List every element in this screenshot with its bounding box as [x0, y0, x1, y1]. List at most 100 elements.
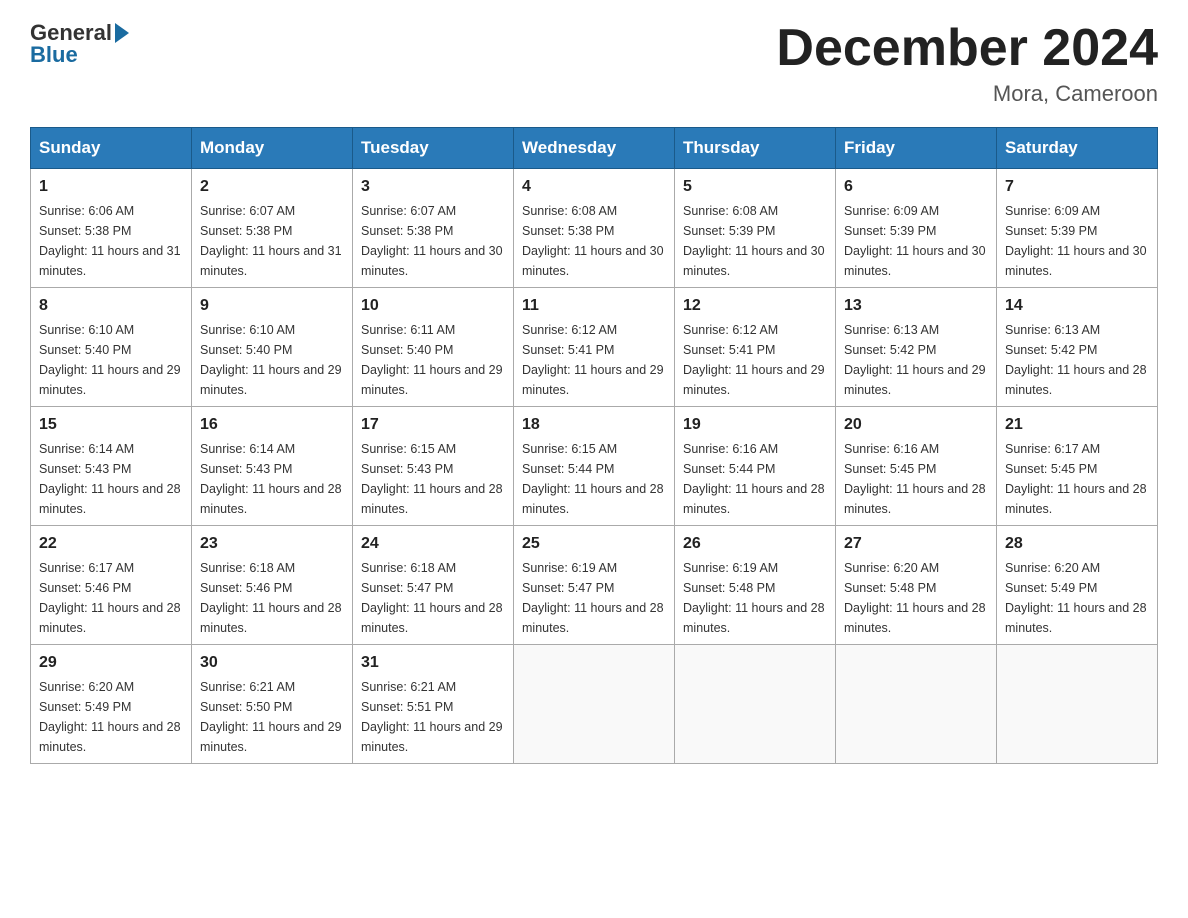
- calendar-cell: [514, 645, 675, 764]
- calendar-cell: 29 Sunrise: 6:20 AMSunset: 5:49 PMDaylig…: [31, 645, 192, 764]
- day-number: 9: [200, 294, 344, 318]
- day-info: Sunrise: 6:19 AMSunset: 5:47 PMDaylight:…: [522, 558, 666, 638]
- day-info: Sunrise: 6:14 AMSunset: 5:43 PMDaylight:…: [200, 439, 344, 519]
- day-number: 5: [683, 175, 827, 199]
- day-info: Sunrise: 6:08 AMSunset: 5:39 PMDaylight:…: [683, 201, 827, 281]
- day-number: 29: [39, 651, 183, 675]
- calendar-cell: 27 Sunrise: 6:20 AMSunset: 5:48 PMDaylig…: [836, 526, 997, 645]
- calendar-week-1: 1 Sunrise: 6:06 AMSunset: 5:38 PMDayligh…: [31, 169, 1158, 288]
- calendar-cell: 5 Sunrise: 6:08 AMSunset: 5:39 PMDayligh…: [675, 169, 836, 288]
- day-number: 16: [200, 413, 344, 437]
- calendar-cell: 30 Sunrise: 6:21 AMSunset: 5:50 PMDaylig…: [192, 645, 353, 764]
- calendar-week-3: 15 Sunrise: 6:14 AMSunset: 5:43 PMDaylig…: [31, 407, 1158, 526]
- day-info: Sunrise: 6:20 AMSunset: 5:49 PMDaylight:…: [1005, 558, 1149, 638]
- day-number: 28: [1005, 532, 1149, 556]
- day-number: 3: [361, 175, 505, 199]
- day-number: 27: [844, 532, 988, 556]
- calendar-cell: 26 Sunrise: 6:19 AMSunset: 5:48 PMDaylig…: [675, 526, 836, 645]
- day-info: Sunrise: 6:18 AMSunset: 5:47 PMDaylight:…: [361, 558, 505, 638]
- day-info: Sunrise: 6:14 AMSunset: 5:43 PMDaylight:…: [39, 439, 183, 519]
- day-number: 13: [844, 294, 988, 318]
- calendar-header-tuesday: Tuesday: [353, 128, 514, 169]
- day-number: 30: [200, 651, 344, 675]
- calendar-cell: 25 Sunrise: 6:19 AMSunset: 5:47 PMDaylig…: [514, 526, 675, 645]
- day-number: 10: [361, 294, 505, 318]
- day-info: Sunrise: 6:18 AMSunset: 5:46 PMDaylight:…: [200, 558, 344, 638]
- day-info: Sunrise: 6:08 AMSunset: 5:38 PMDaylight:…: [522, 201, 666, 281]
- day-number: 14: [1005, 294, 1149, 318]
- calendar-cell: 16 Sunrise: 6:14 AMSunset: 5:43 PMDaylig…: [192, 407, 353, 526]
- calendar-week-5: 29 Sunrise: 6:20 AMSunset: 5:49 PMDaylig…: [31, 645, 1158, 764]
- day-info: Sunrise: 6:20 AMSunset: 5:48 PMDaylight:…: [844, 558, 988, 638]
- logo: General Blue: [30, 20, 129, 68]
- calendar-cell: 6 Sunrise: 6:09 AMSunset: 5:39 PMDayligh…: [836, 169, 997, 288]
- calendar-cell: 11 Sunrise: 6:12 AMSunset: 5:41 PMDaylig…: [514, 288, 675, 407]
- day-info: Sunrise: 6:17 AMSunset: 5:45 PMDaylight:…: [1005, 439, 1149, 519]
- day-info: Sunrise: 6:12 AMSunset: 5:41 PMDaylight:…: [522, 320, 666, 400]
- day-number: 6: [844, 175, 988, 199]
- calendar-cell: 12 Sunrise: 6:12 AMSunset: 5:41 PMDaylig…: [675, 288, 836, 407]
- calendar-week-4: 22 Sunrise: 6:17 AMSunset: 5:46 PMDaylig…: [31, 526, 1158, 645]
- day-number: 8: [39, 294, 183, 318]
- day-number: 25: [522, 532, 666, 556]
- calendar-header-wednesday: Wednesday: [514, 128, 675, 169]
- calendar-cell: 22 Sunrise: 6:17 AMSunset: 5:46 PMDaylig…: [31, 526, 192, 645]
- calendar-cell: 9 Sunrise: 6:10 AMSunset: 5:40 PMDayligh…: [192, 288, 353, 407]
- day-info: Sunrise: 6:10 AMSunset: 5:40 PMDaylight:…: [39, 320, 183, 400]
- day-number: 22: [39, 532, 183, 556]
- calendar-cell: 19 Sunrise: 6:16 AMSunset: 5:44 PMDaylig…: [675, 407, 836, 526]
- day-info: Sunrise: 6:15 AMSunset: 5:44 PMDaylight:…: [522, 439, 666, 519]
- day-number: 26: [683, 532, 827, 556]
- calendar-cell: 1 Sunrise: 6:06 AMSunset: 5:38 PMDayligh…: [31, 169, 192, 288]
- calendar-cell: 23 Sunrise: 6:18 AMSunset: 5:46 PMDaylig…: [192, 526, 353, 645]
- day-number: 2: [200, 175, 344, 199]
- day-info: Sunrise: 6:09 AMSunset: 5:39 PMDaylight:…: [1005, 201, 1149, 281]
- calendar-week-2: 8 Sunrise: 6:10 AMSunset: 5:40 PMDayligh…: [31, 288, 1158, 407]
- day-number: 7: [1005, 175, 1149, 199]
- day-info: Sunrise: 6:16 AMSunset: 5:45 PMDaylight:…: [844, 439, 988, 519]
- month-title: December 2024: [776, 20, 1158, 77]
- page-header: General Blue December 2024 Mora, Cameroo…: [30, 20, 1158, 107]
- calendar-cell: 17 Sunrise: 6:15 AMSunset: 5:43 PMDaylig…: [353, 407, 514, 526]
- day-info: Sunrise: 6:20 AMSunset: 5:49 PMDaylight:…: [39, 677, 183, 757]
- logo-arrow-icon: [115, 23, 129, 43]
- day-number: 12: [683, 294, 827, 318]
- day-info: Sunrise: 6:09 AMSunset: 5:39 PMDaylight:…: [844, 201, 988, 281]
- day-number: 19: [683, 413, 827, 437]
- day-number: 24: [361, 532, 505, 556]
- calendar-cell: 13 Sunrise: 6:13 AMSunset: 5:42 PMDaylig…: [836, 288, 997, 407]
- day-info: Sunrise: 6:07 AMSunset: 5:38 PMDaylight:…: [200, 201, 344, 281]
- calendar-cell: 14 Sunrise: 6:13 AMSunset: 5:42 PMDaylig…: [997, 288, 1158, 407]
- calendar-cell: [675, 645, 836, 764]
- day-number: 17: [361, 413, 505, 437]
- calendar-cell: 7 Sunrise: 6:09 AMSunset: 5:39 PMDayligh…: [997, 169, 1158, 288]
- day-number: 15: [39, 413, 183, 437]
- day-info: Sunrise: 6:06 AMSunset: 5:38 PMDaylight:…: [39, 201, 183, 281]
- calendar-cell: 24 Sunrise: 6:18 AMSunset: 5:47 PMDaylig…: [353, 526, 514, 645]
- day-info: Sunrise: 6:21 AMSunset: 5:51 PMDaylight:…: [361, 677, 505, 757]
- calendar-header-sunday: Sunday: [31, 128, 192, 169]
- day-info: Sunrise: 6:16 AMSunset: 5:44 PMDaylight:…: [683, 439, 827, 519]
- day-info: Sunrise: 6:13 AMSunset: 5:42 PMDaylight:…: [844, 320, 988, 400]
- day-number: 21: [1005, 413, 1149, 437]
- calendar-header-thursday: Thursday: [675, 128, 836, 169]
- day-number: 23: [200, 532, 344, 556]
- day-number: 18: [522, 413, 666, 437]
- calendar-cell: 21 Sunrise: 6:17 AMSunset: 5:45 PMDaylig…: [997, 407, 1158, 526]
- day-number: 1: [39, 175, 183, 199]
- calendar-header-row: SundayMondayTuesdayWednesdayThursdayFrid…: [31, 128, 1158, 169]
- day-info: Sunrise: 6:07 AMSunset: 5:38 PMDaylight:…: [361, 201, 505, 281]
- calendar-cell: 10 Sunrise: 6:11 AMSunset: 5:40 PMDaylig…: [353, 288, 514, 407]
- calendar-cell: 18 Sunrise: 6:15 AMSunset: 5:44 PMDaylig…: [514, 407, 675, 526]
- logo-blue-text: Blue: [30, 42, 78, 68]
- calendar-cell: 8 Sunrise: 6:10 AMSunset: 5:40 PMDayligh…: [31, 288, 192, 407]
- calendar-cell: 28 Sunrise: 6:20 AMSunset: 5:49 PMDaylig…: [997, 526, 1158, 645]
- calendar-cell: 3 Sunrise: 6:07 AMSunset: 5:38 PMDayligh…: [353, 169, 514, 288]
- calendar-header-saturday: Saturday: [997, 128, 1158, 169]
- calendar-cell: 2 Sunrise: 6:07 AMSunset: 5:38 PMDayligh…: [192, 169, 353, 288]
- day-number: 31: [361, 651, 505, 675]
- day-info: Sunrise: 6:12 AMSunset: 5:41 PMDaylight:…: [683, 320, 827, 400]
- day-info: Sunrise: 6:11 AMSunset: 5:40 PMDaylight:…: [361, 320, 505, 400]
- day-info: Sunrise: 6:19 AMSunset: 5:48 PMDaylight:…: [683, 558, 827, 638]
- day-info: Sunrise: 6:13 AMSunset: 5:42 PMDaylight:…: [1005, 320, 1149, 400]
